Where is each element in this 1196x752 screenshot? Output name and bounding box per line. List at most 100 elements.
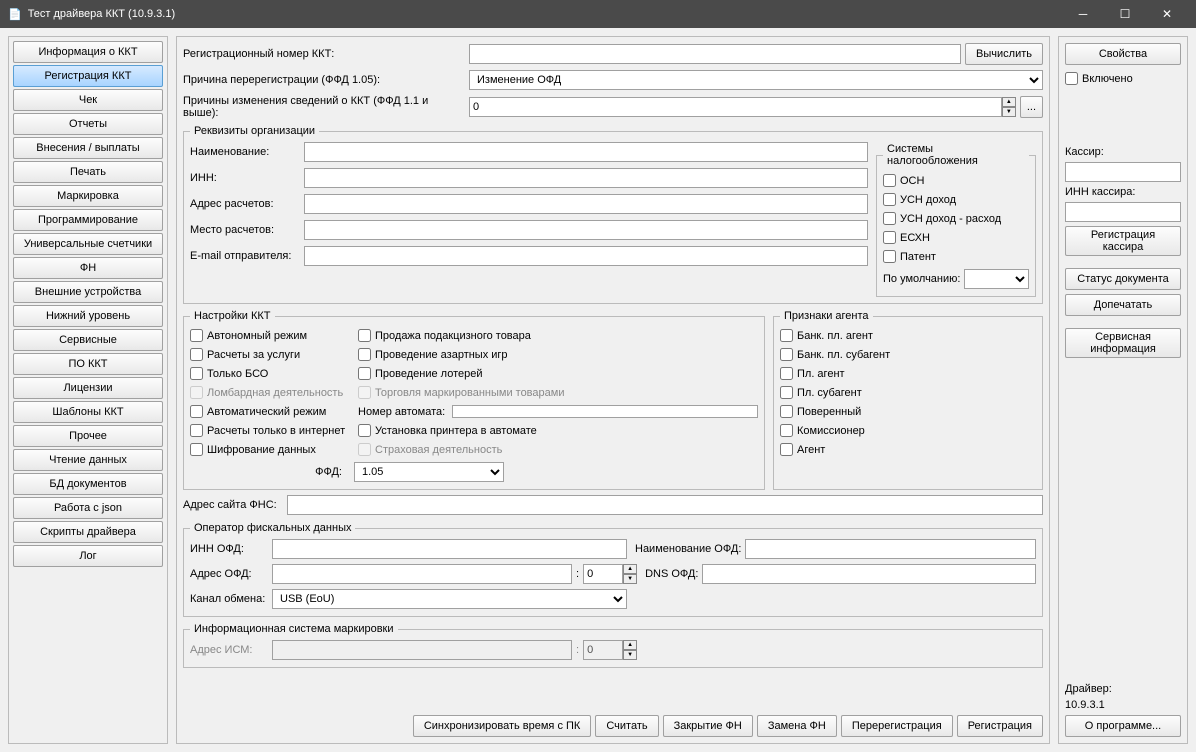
sidebar-item-9[interactable]: ФН [13, 257, 163, 279]
kkt-cb[interactable] [190, 329, 203, 342]
agent-cb-4[interactable] [780, 405, 793, 418]
tax-cb-0[interactable] [883, 174, 896, 187]
action-4[interactable]: Перерегистрация [841, 715, 953, 737]
action-2[interactable]: Закрытие ФН [663, 715, 753, 737]
agent-cb-0[interactable] [780, 329, 793, 342]
agent-cb-2[interactable] [780, 367, 793, 380]
sidebar-item-16[interactable]: Прочее [13, 425, 163, 447]
kkt-cb[interactable] [190, 348, 203, 361]
sidebar-item-8[interactable]: Универсальные счетчики [13, 233, 163, 255]
sidebar-item-1[interactable]: Регистрация ККТ [13, 65, 163, 87]
org-name-input[interactable] [304, 142, 868, 162]
rereg-reason-select[interactable]: Изменение ОФД [469, 70, 1043, 90]
sidebar-item-7[interactable]: Программирование [13, 209, 163, 231]
change-reasons-label: Причины изменения сведений о ККТ (ФФД 1.… [183, 95, 465, 119]
ffd-select[interactable]: 1.05 [354, 462, 504, 482]
kkt-cb[interactable] [358, 348, 371, 361]
sidebar-item-2[interactable]: Чек [13, 89, 163, 111]
tax-cb-4[interactable] [883, 250, 896, 263]
sidebar-item-5[interactable]: Печать [13, 161, 163, 183]
ofd-addr-input[interactable] [272, 564, 572, 584]
cashier-input[interactable] [1065, 162, 1181, 182]
ofd-inn-input[interactable] [272, 539, 627, 559]
tax-cb-2[interactable] [883, 212, 896, 225]
spin-up-icon[interactable]: ▲ [623, 564, 637, 574]
ffd-label: ФФД: [190, 466, 350, 478]
sidebar-item-18[interactable]: БД документов [13, 473, 163, 495]
spin-down-icon[interactable]: ▼ [1002, 107, 1016, 117]
ofd-channel-label: Канал обмена: [190, 593, 268, 605]
kkt-cb[interactable] [358, 329, 371, 342]
kkt-cb [358, 443, 371, 456]
sidebar-item-13[interactable]: ПО ККТ [13, 353, 163, 375]
tax-cb-1[interactable] [883, 193, 896, 206]
ofd-port-input[interactable] [583, 564, 623, 584]
automaton-num-label: Номер автомата: [358, 406, 448, 418]
kkt-cb-label: Только БСО [207, 368, 268, 380]
sidebar-item-19[interactable]: Работа с json [13, 497, 163, 519]
agent-cb-3[interactable] [780, 386, 793, 399]
kkt-cb[interactable] [190, 405, 203, 418]
agent-cb-5[interactable] [780, 424, 793, 437]
sidebar-item-21[interactable]: Лог [13, 545, 163, 567]
sidebar-item-11[interactable]: Нижний уровень [13, 305, 163, 327]
sidebar-item-3[interactable]: Отчеты [13, 113, 163, 135]
kkt-cb-label: Расчеты только в интернет [207, 425, 345, 437]
tax-cb-3[interactable] [883, 231, 896, 244]
org-legend: Реквизиты организации [190, 125, 319, 137]
sidebar-item-6[interactable]: Маркировка [13, 185, 163, 207]
kkt-cb[interactable] [190, 443, 203, 456]
action-5[interactable]: Регистрация [957, 715, 1043, 737]
action-0[interactable]: Синхронизировать время с ПК [413, 715, 592, 737]
calc-button[interactable]: Вычислить [965, 43, 1043, 65]
cashier-inn-input[interactable] [1065, 202, 1181, 222]
sidebar-item-15[interactable]: Шаблоны ККТ [13, 401, 163, 423]
fns-input[interactable] [287, 495, 1043, 515]
org-fieldset: Реквизиты организации Наименование: ИНН:… [183, 125, 1043, 304]
sidebar-item-10[interactable]: Внешние устройства [13, 281, 163, 303]
reprint-button[interactable]: Допечатать [1065, 294, 1181, 316]
agent-cb-6[interactable] [780, 443, 793, 456]
sidebar-item-4[interactable]: Внесения / выплаты [13, 137, 163, 159]
service-info-button[interactable]: Сервисная информация [1065, 328, 1181, 358]
close-button[interactable]: ✕ [1146, 0, 1188, 28]
maximize-button[interactable]: ☐ [1104, 0, 1146, 28]
minimize-button[interactable]: ─ [1062, 0, 1104, 28]
automaton-num-input[interactable] [452, 405, 758, 418]
tax-default-label: По умолчанию: [883, 273, 960, 285]
sidebar-item-17[interactable]: Чтение данных [13, 449, 163, 471]
reg-num-input[interactable] [469, 44, 961, 64]
sidebar-item-12[interactable]: Сервисные [13, 329, 163, 351]
org-email-input[interactable] [304, 246, 868, 266]
spin-up-icon[interactable]: ▲ [1002, 97, 1016, 107]
kkt-cb[interactable] [358, 367, 371, 380]
org-place-input[interactable] [304, 220, 868, 240]
kkt-cb-label: Расчеты за услуги [207, 349, 300, 361]
kkt-cb[interactable] [190, 367, 203, 380]
doc-status-button[interactable]: Статус документа [1065, 268, 1181, 290]
spin-down-icon[interactable]: ▼ [623, 574, 637, 584]
action-3[interactable]: Замена ФН [757, 715, 837, 737]
agent-cb-label: Пл. агент [797, 368, 845, 380]
props-button[interactable]: Свойства [1065, 43, 1181, 65]
kkt-cb[interactable] [358, 424, 371, 437]
more-button[interactable]: ... [1020, 96, 1043, 118]
org-addr-label: Адрес расчетов: [190, 198, 300, 210]
sidebar-item-14[interactable]: Лицензии [13, 377, 163, 399]
agent-cb-1[interactable] [780, 348, 793, 361]
change-reasons-input[interactable] [469, 97, 1002, 117]
sidebar-item-20[interactable]: Скрипты драйвера [13, 521, 163, 543]
kkt-cb[interactable] [190, 424, 203, 437]
tax-default-select[interactable] [964, 269, 1029, 289]
ofd-dns-input[interactable] [702, 564, 1036, 584]
reg-cashier-button[interactable]: Регистрация кассира [1065, 226, 1181, 256]
ofd-channel-select[interactable]: USB (EoU) [272, 589, 627, 609]
org-inn-input[interactable] [304, 168, 868, 188]
sidebar-item-0[interactable]: Информация о ККТ [13, 41, 163, 63]
action-1[interactable]: Считать [595, 715, 658, 737]
enabled-checkbox[interactable] [1065, 72, 1078, 85]
tax-cb-label: ОСН [900, 175, 924, 187]
ofd-name-input[interactable] [745, 539, 1036, 559]
org-addr-input[interactable] [304, 194, 868, 214]
about-button[interactable]: О программе... [1065, 715, 1181, 737]
